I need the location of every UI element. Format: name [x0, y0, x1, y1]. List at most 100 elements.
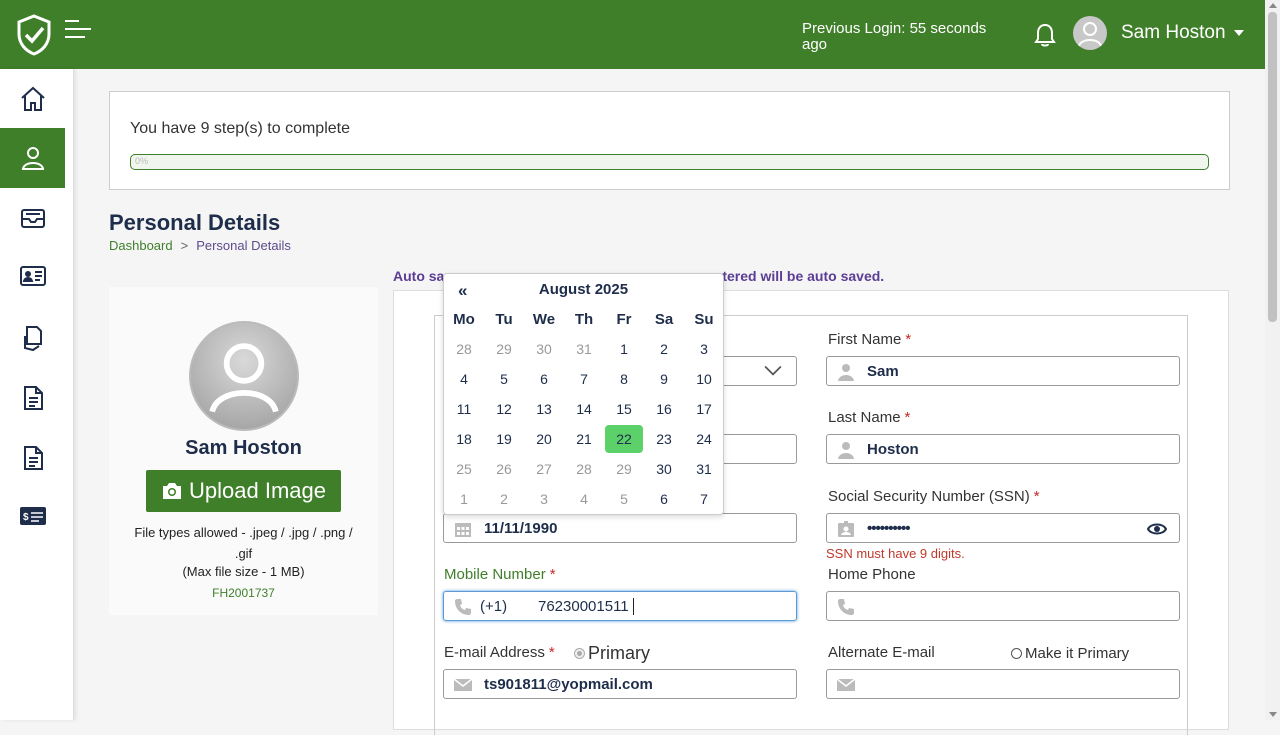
make-primary-radio[interactable]: Make it Primary: [1011, 645, 1129, 662]
scroll-up-icon[interactable]: [1269, 3, 1277, 8]
sidebar-item-document-list[interactable]: [0, 428, 65, 488]
user-menu-name[interactable]: Sam Hoston: [1121, 22, 1226, 44]
home-phone-field[interactable]: [826, 591, 1180, 621]
date-picker-day[interactable]: 6: [644, 484, 684, 514]
date-picker-day[interactable]: 11: [444, 394, 484, 424]
ssn-value: ••••••••••: [867, 520, 911, 537]
user-icon: [838, 364, 854, 381]
date-picker-day[interactable]: 5: [604, 484, 644, 514]
email-field[interactable]: ts901811@yopmail.com: [443, 669, 797, 699]
sidebar-item-id-card[interactable]: [0, 246, 65, 306]
sidebar-item-profile[interactable]: [0, 128, 65, 188]
date-picker-day[interactable]: 2: [644, 334, 684, 364]
date-picker-day[interactable]: 30: [644, 454, 684, 484]
date-picker-day[interactable]: 4: [564, 484, 604, 514]
text-cursor: [633, 598, 634, 615]
sidebar-item-inbox[interactable]: [0, 188, 65, 248]
date-picker-day[interactable]: 12: [484, 394, 524, 424]
date-picker-weekday: We: [532, 310, 556, 328]
first-name-field[interactable]: Sam: [826, 356, 1180, 386]
date-of-birth-value: 11/11/1990: [484, 520, 558, 537]
date-picker-day[interactable]: 28: [444, 334, 484, 364]
envelope-icon: [454, 678, 472, 691]
make-primary-radio-dot[interactable]: [1011, 648, 1022, 659]
date-picker-day[interactable]: 16: [644, 394, 684, 424]
date-picker-day[interactable]: 29: [604, 454, 644, 484]
breadcrumb-current: Personal Details: [196, 238, 291, 253]
date-picker-day[interactable]: 5: [484, 364, 524, 394]
last-name-field[interactable]: Hoston: [826, 434, 1180, 464]
date-picker-day[interactable]: 20: [524, 424, 564, 454]
date-picker-day[interactable]: 31: [684, 454, 724, 484]
upload-image-button[interactable]: Upload Image: [146, 470, 341, 512]
breadcrumb-dashboard-link[interactable]: Dashboard: [109, 238, 173, 253]
date-picker-day[interactable]: 31: [564, 334, 604, 364]
date-picker-prev-button[interactable]: «: [458, 281, 467, 301]
scrollbar-thumb[interactable]: [1268, 12, 1277, 322]
home-phone-label: Home Phone: [828, 566, 916, 583]
date-picker-weekday: Mo: [453, 310, 475, 328]
inbox-icon: [20, 209, 45, 228]
date-picker-day[interactable]: 13: [524, 394, 564, 424]
date-picker-day[interactable]: 17: [684, 394, 724, 424]
date-picker-day[interactable]: 25: [444, 454, 484, 484]
shield-check-logo-icon[interactable]: [16, 14, 52, 56]
date-picker-day[interactable]: 7: [684, 484, 724, 514]
date-picker-day[interactable]: 3: [524, 484, 564, 514]
date-picker-day[interactable]: 21: [564, 424, 604, 454]
sidebar-item-home[interactable]: [0, 69, 65, 129]
date-picker-day[interactable]: 3: [684, 334, 724, 364]
date-picker-day[interactable]: 4: [444, 364, 484, 394]
date-picker-day[interactable]: 9: [644, 364, 684, 394]
date-picker-day[interactable]: 15: [604, 394, 644, 424]
page-scrollbar[interactable]: [1265, 0, 1280, 720]
eye-icon[interactable]: [1147, 521, 1167, 537]
ssn-field[interactable]: ••••••••••: [826, 513, 1180, 543]
date-picker-day[interactable]: 10: [684, 364, 724, 394]
primary-email-radio[interactable]: Primary: [574, 643, 650, 664]
date-picker-day[interactable]: 24: [684, 424, 724, 454]
document-list-icon: [23, 446, 43, 470]
profile-name: Sam Hoston: [185, 437, 302, 459]
max-file-size-text: (Max file size - 1 MB): [182, 564, 305, 579]
date-picker-day[interactable]: 1: [444, 484, 484, 514]
date-picker-day[interactable]: 23: [644, 424, 684, 454]
avatar[interactable]: [1073, 16, 1107, 50]
last-name-label: Last Name *: [828, 409, 911, 426]
date-picker-day[interactable]: 7: [564, 364, 604, 394]
date-picker-day[interactable]: 27: [524, 454, 564, 484]
svg-text:$: $: [23, 512, 29, 523]
date-picker-day[interactable]: 19: [484, 424, 524, 454]
ssn-error-text: SSN must have 9 digits.: [826, 546, 965, 561]
chevron-down-icon[interactable]: [1234, 30, 1244, 36]
sidebar-item-documents-hand[interactable]: [0, 308, 65, 368]
sidebar-item-document[interactable]: [0, 368, 65, 428]
mobile-number-label: Mobile Number *: [444, 566, 556, 583]
profile-avatar: [189, 321, 299, 431]
phone-icon: [838, 599, 854, 615]
breadcrumb: Dashboard > Personal Details: [109, 238, 291, 253]
date-picker-month-title[interactable]: August 2025: [444, 281, 723, 298]
date-picker-day[interactable]: 28: [564, 454, 604, 484]
id-badge-icon: [838, 521, 854, 537]
date-picker-day[interactable]: 2: [484, 484, 524, 514]
sidebar-item-payments[interactable]: $: [0, 486, 65, 546]
date-picker-day[interactable]: 1: [604, 334, 644, 364]
primary-radio-dot[interactable]: [574, 648, 585, 659]
bell-icon[interactable]: [1033, 22, 1057, 48]
mobile-number-field[interactable]: (+1) 76230001511: [443, 591, 797, 621]
date-picker-day[interactable]: 22: [605, 425, 643, 453]
date-picker-day[interactable]: 6: [524, 364, 564, 394]
id-card-icon: [19, 266, 46, 286]
first-name-value: Sam: [867, 363, 899, 380]
date-picker-day[interactable]: 26: [484, 454, 524, 484]
date-picker-day[interactable]: 14: [564, 394, 604, 424]
alternate-email-field[interactable]: [826, 669, 1180, 699]
date-picker-day[interactable]: 30: [524, 334, 564, 364]
date-picker-day[interactable]: 18: [444, 424, 484, 454]
date-picker-day[interactable]: 29: [484, 334, 524, 364]
date-picker-day[interactable]: 8: [604, 364, 644, 394]
date-of-birth-field[interactable]: 11/11/1990: [443, 513, 797, 543]
menu-toggle-icon[interactable]: [65, 20, 91, 40]
scroll-down-icon[interactable]: [1269, 712, 1277, 717]
